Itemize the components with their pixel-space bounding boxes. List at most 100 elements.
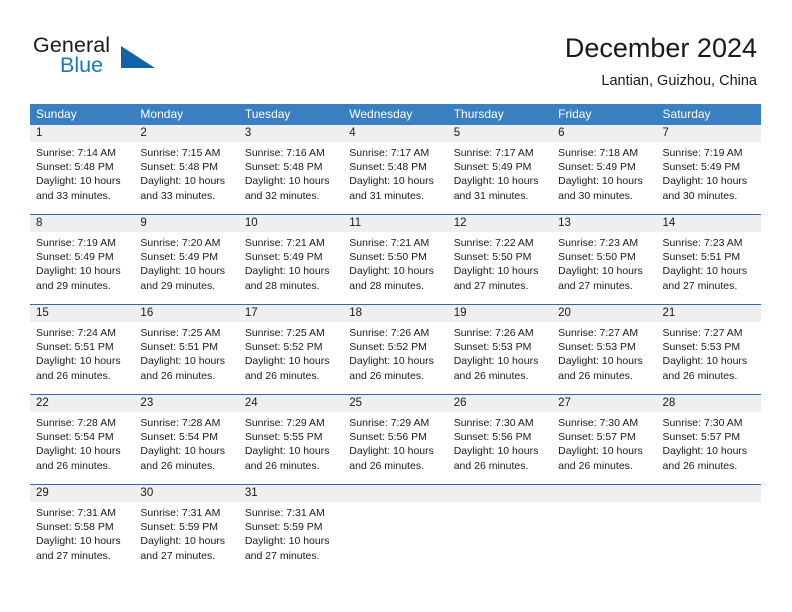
day-detail-line: Daylight: 10 hours bbox=[349, 445, 434, 458]
day-detail-line: Daylight: 10 hours bbox=[453, 355, 539, 368]
day-number-band: 17 bbox=[238, 305, 344, 322]
day-cell[interactable]: 24 Sunrise: 7:29 AM Sunset: 5:55 PM Dayligh… bbox=[238, 395, 344, 484]
day-detail-line: and 31 minutes. bbox=[453, 189, 529, 202]
calendar-page: General Blue December 2024 Lantian, Guiz… bbox=[0, 0, 792, 612]
day-cell[interactable]: 21 Sunrise: 7:27 AM Sunset: 5:53 PM Dayligh… bbox=[656, 305, 761, 394]
day-detail-line: and 27 minutes. bbox=[558, 279, 633, 292]
day-cell[interactable]: 10 Sunrise: 7:21 AM Sunset: 5:49 PM Dayligh… bbox=[238, 215, 344, 304]
day-cell[interactable]: 2 Sunrise: 7:15 AM Sunset: 5:48 PM Daylight… bbox=[134, 125, 239, 214]
day-details: Sunrise: 7:25 AM Sunset: 5:51 PM Daylight:… bbox=[134, 322, 238, 389]
day-cell[interactable]: 30 Sunrise: 7:31 AM Sunset: 5:59 PM Dayligh… bbox=[134, 485, 239, 574]
day-cell[interactable]: 12 Sunrise: 7:22 AM Sunset: 5:50 PM Dayligh… bbox=[447, 215, 553, 304]
day-detail-line: Sunrise: 7:29 AM bbox=[244, 417, 325, 429]
day-cell[interactable]: 3 Sunrise: 7:16 AM Sunset: 5:48 PM Daylight… bbox=[238, 125, 344, 214]
day-cell[interactable]: 31 Sunrise: 7:31 AM Sunset: 5:59 PM Dayligh… bbox=[238, 485, 344, 574]
brand-name-blue: Blue bbox=[60, 53, 104, 77]
day-cell[interactable]: 23 Sunrise: 7:28 AM Sunset: 5:54 PM Dayligh… bbox=[134, 395, 239, 484]
day-detail-line: and 30 minutes. bbox=[662, 189, 738, 202]
day-cell[interactable]: 8 Sunrise: 7:19 AM Sunset: 5:49 PM Daylight… bbox=[30, 215, 135, 304]
day-detail-line: Sunrise: 7:29 AM bbox=[349, 417, 430, 429]
day-detail-line: Sunset: 5:49 PM bbox=[36, 251, 114, 264]
day-cell[interactable]: 20 Sunrise: 7:27 AM Sunset: 5:53 PM Dayligh… bbox=[552, 305, 657, 394]
day-detail-line: Sunrise: 7:24 AM bbox=[36, 327, 116, 339]
day-number-band: 14 bbox=[656, 215, 761, 232]
day-detail-line: Sunset: 5:56 PM bbox=[349, 431, 427, 444]
day-details: Sunrise: 7:29 AM Sunset: 5:55 PM Daylight:… bbox=[239, 412, 343, 479]
day-cell[interactable]: 22 Sunrise: 7:28 AM Sunset: 5:54 PM Dayligh… bbox=[30, 395, 135, 484]
day-detail-line: Daylight: 10 hours bbox=[140, 355, 226, 368]
brand-logo[interactable]: General Blue bbox=[33, 33, 243, 83]
day-cell[interactable]: 28 Sunrise: 7:30 AM Sunset: 5:57 PM Dayligh… bbox=[656, 395, 761, 484]
day-cell[interactable]: 5 Sunrise: 7:17 AM Sunset: 5:49 PM Daylight… bbox=[447, 125, 553, 214]
day-detail-line: and 26 minutes. bbox=[558, 459, 633, 472]
day-cell[interactable]: 15 Sunrise: 7:24 AM Sunset: 5:51 PM Dayligh… bbox=[30, 305, 135, 394]
day-detail-line: Daylight: 10 hours bbox=[662, 445, 748, 458]
day-detail-line: Sunrise: 7:23 AM bbox=[662, 237, 743, 249]
day-detail-line: Daylight: 10 hours bbox=[349, 265, 434, 278]
day-detail-line: Daylight: 10 hours bbox=[662, 175, 748, 188]
day-detail-line: and 26 minutes. bbox=[453, 369, 529, 382]
day-detail-line: and 26 minutes. bbox=[36, 459, 111, 472]
triangle-logo-icon bbox=[121, 46, 155, 68]
day-number: 2 bbox=[140, 127, 147, 139]
day-details bbox=[448, 502, 552, 512]
day-details: Sunrise: 7:19 AM Sunset: 5:49 PM Daylight:… bbox=[657, 142, 761, 209]
day-number-band: 27 bbox=[552, 395, 657, 412]
day-cell[interactable]: 17 Sunrise: 7:25 AM Sunset: 5:52 PM Dayligh… bbox=[238, 305, 344, 394]
day-detail-line: Daylight: 10 hours bbox=[453, 265, 539, 278]
day-number: 13 bbox=[558, 217, 571, 229]
day-cell[interactable]: 18 Sunrise: 7:26 AM Sunset: 5:52 PM Dayligh… bbox=[343, 305, 448, 394]
day-details: Sunrise: 7:18 AM Sunset: 5:49 PM Daylight:… bbox=[552, 142, 656, 209]
day-number: 4 bbox=[349, 127, 356, 139]
day-detail-line: and 26 minutes. bbox=[349, 459, 424, 472]
day-cell[interactable]: 14 Sunrise: 7:23 AM Sunset: 5:51 PM Dayligh… bbox=[656, 215, 761, 304]
day-detail-line: Sunset: 5:57 PM bbox=[662, 431, 741, 444]
day-number-band: 16 bbox=[134, 305, 239, 322]
day-details: Sunrise: 7:21 AM Sunset: 5:50 PM Daylight:… bbox=[343, 232, 447, 299]
calendar-table: Sunday Monday Tuesday Wednesday Thursday Frid… bbox=[30, 104, 761, 574]
day-cell[interactable]: 16 Sunrise: 7:25 AM Sunset: 5:51 PM Dayligh… bbox=[134, 305, 239, 394]
day-details: Sunrise: 7:17 AM Sunset: 5:48 PM Daylight:… bbox=[343, 142, 447, 209]
day-cell[interactable]: 6 Sunrise: 7:18 AM Sunset: 5:49 PM Daylight… bbox=[552, 125, 657, 214]
day-cell[interactable]: 11 Sunrise: 7:21 AM Sunset: 5:50 PM Dayligh… bbox=[343, 215, 448, 304]
day-detail-line: Sunset: 5:55 PM bbox=[244, 431, 323, 444]
day-number-band: 24 bbox=[238, 395, 344, 412]
day-cell[interactable]: 27 Sunrise: 7:30 AM Sunset: 5:57 PM Dayligh… bbox=[552, 395, 657, 484]
day-details: Sunrise: 7:30 AM Sunset: 5:57 PM Daylight:… bbox=[657, 412, 761, 479]
day-cell[interactable]: 26 Sunrise: 7:30 AM Sunset: 5:56 PM Dayligh… bbox=[447, 395, 553, 484]
day-number-band: 18 bbox=[343, 305, 448, 322]
day-detail-line: Daylight: 10 hours bbox=[140, 175, 226, 188]
day-detail-line: and 26 minutes. bbox=[662, 459, 738, 472]
day-number-band: 29 bbox=[30, 485, 135, 502]
day-detail-line: and 28 minutes. bbox=[244, 279, 320, 292]
day-cell[interactable]: 13 Sunrise: 7:23 AM Sunset: 5:50 PM Dayligh… bbox=[552, 215, 657, 304]
weekday-header-sunday: Sunday bbox=[36, 107, 77, 121]
day-detail-line: Sunrise: 7:28 AM bbox=[36, 417, 116, 429]
day-cell[interactable]: 7 Sunrise: 7:19 AM Sunset: 5:49 PM Daylight… bbox=[656, 125, 761, 214]
day-cell[interactable]: 25 Sunrise: 7:29 AM Sunset: 5:56 PM Dayligh… bbox=[343, 395, 448, 484]
day-details: Sunrise: 7:17 AM Sunset: 5:49 PM Daylight:… bbox=[448, 142, 552, 209]
day-details: Sunrise: 7:20 AM Sunset: 5:49 PM Daylight:… bbox=[134, 232, 238, 299]
day-detail-line: Sunrise: 7:20 AM bbox=[140, 237, 221, 249]
day-cell[interactable]: 19 Sunrise: 7:26 AM Sunset: 5:53 PM Dayligh… bbox=[447, 305, 553, 394]
day-detail-line: Daylight: 10 hours bbox=[36, 535, 121, 548]
day-number-band: 19 bbox=[447, 305, 553, 322]
day-detail-line: Sunrise: 7:19 AM bbox=[36, 237, 116, 249]
day-cell[interactable]: 9 Sunrise: 7:20 AM Sunset: 5:49 PM Daylight… bbox=[134, 215, 239, 304]
day-number: 30 bbox=[140, 487, 154, 499]
day-detail-line: Sunrise: 7:26 AM bbox=[453, 327, 534, 339]
day-detail-line: Sunrise: 7:15 AM bbox=[140, 147, 221, 159]
day-detail-line: Sunset: 5:49 PM bbox=[453, 161, 532, 174]
day-number-band bbox=[552, 485, 657, 502]
day-detail-line: and 33 minutes. bbox=[140, 189, 216, 202]
day-cell[interactable]: 1 Sunrise: 7:14 AM Sunset: 5:48 PM Daylight… bbox=[30, 125, 135, 214]
day-detail-line: and 26 minutes. bbox=[558, 369, 633, 382]
day-details: Sunrise: 7:16 AM Sunset: 5:48 PM Daylight:… bbox=[239, 142, 343, 209]
day-cell[interactable]: 29 Sunrise: 7:31 AM Sunset: 5:58 PM Dayligh… bbox=[30, 485, 135, 574]
day-detail-line: Sunrise: 7:17 AM bbox=[349, 147, 430, 159]
day-detail-line: Sunrise: 7:16 AM bbox=[244, 147, 325, 159]
day-cell[interactable]: 4 Sunrise: 7:17 AM Sunset: 5:48 PM Daylight… bbox=[343, 125, 448, 214]
weekday-header-monday: Monday bbox=[140, 107, 184, 121]
day-number-band: 6 bbox=[552, 125, 657, 142]
day-detail-line: Sunset: 5:51 PM bbox=[140, 341, 219, 354]
